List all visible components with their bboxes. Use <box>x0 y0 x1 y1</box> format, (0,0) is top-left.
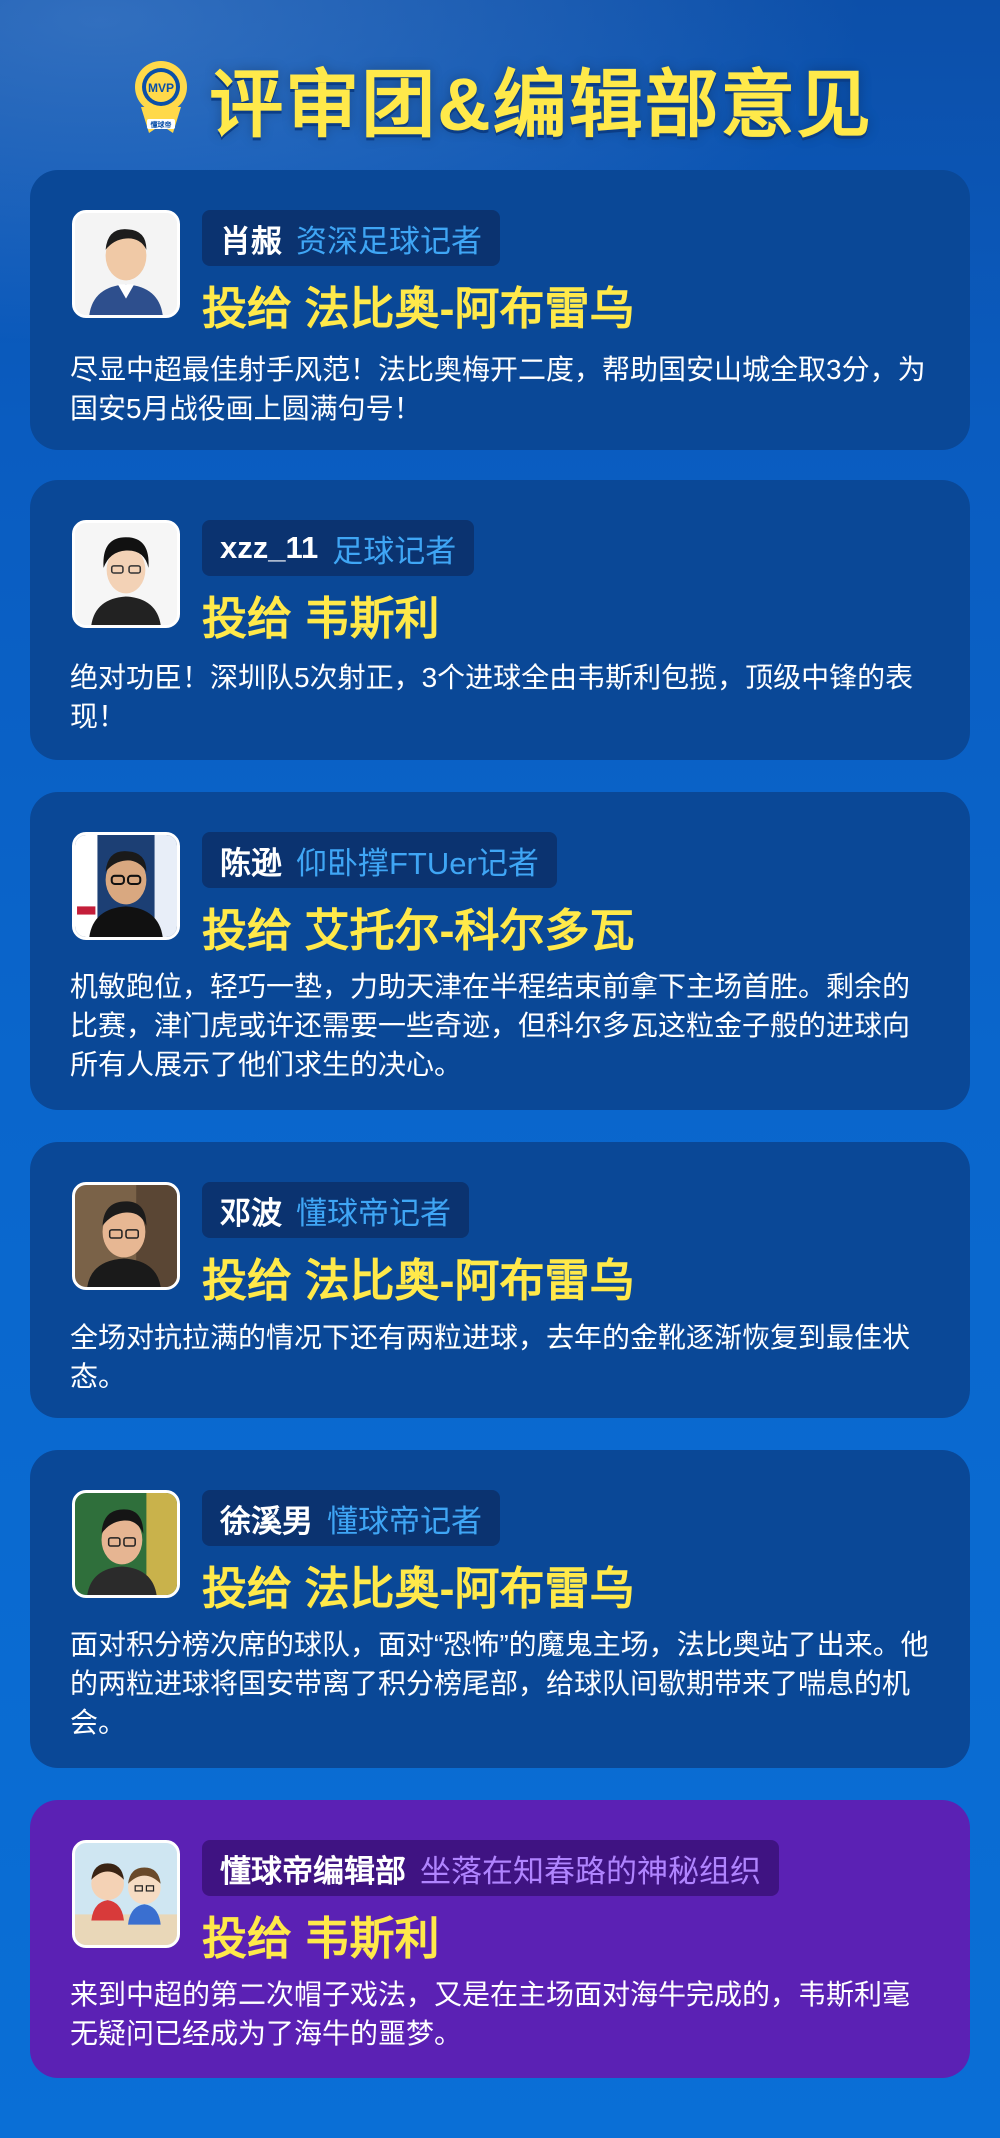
author-name: 徐溪男 <box>220 1503 313 1539</box>
vote-text: 投给 韦斯利 <box>202 1913 440 1964</box>
page-header: MVP 懂球帝 评审团&编辑部意见 <box>0 48 1000 148</box>
svg-text:MVP: MVP <box>148 81 174 95</box>
comment-text: 机敏跑位，轻巧一垫，力助天津在半程结束前拿下主场首胜。剩余的比赛，津门虎或许还需… <box>70 971 911 1080</box>
opinion-card-3: 陈逊 仰卧撑FTUer记者 投给 艾托尔-科尔多瓦 机敏跑位，轻巧一垫，力助天津… <box>30 792 970 1110</box>
avatar <box>72 1840 180 1948</box>
author-tag: 陈逊 仰卧撑FTUer记者 <box>202 832 557 888</box>
author-name: xzz_11 <box>220 530 319 565</box>
vote-text: 投给 艾托尔-科尔多瓦 <box>202 905 635 956</box>
mvp-badge-icon: MVP 懂球帝 <box>127 57 195 139</box>
author-tag: 懂球帝编辑部 坐落在知春路的神秘组织 <box>202 1840 779 1896</box>
svg-text:懂球帝: 懂球帝 <box>151 120 172 129</box>
vote-text: 投给 法比奥-阿布雷乌 <box>202 1563 635 1614</box>
author-tag: 邓波 懂球帝记者 <box>202 1182 469 1238</box>
page-title: 评审团&编辑部意见 <box>209 62 873 146</box>
comment-text: 全场对抗拉满的情况下还有两粒进球，去年的金靴逐渐恢复到最佳状态。 <box>70 1322 911 1392</box>
vote-text: 投给 法比奥-阿布雷乌 <box>202 1255 635 1306</box>
opinion-card-1: 肖赧 资深足球记者 投给 法比奥-阿布雷乌 尽显中超最佳射手风范！法比奥梅开二度… <box>30 170 970 450</box>
comment-text: 来到中超的第二次帽子戏法，又是在主场面对海牛完成的，韦斯利毫无疑问已经成为了海牛… <box>70 1979 911 2049</box>
author-role: 足球记者 <box>332 533 457 569</box>
avatar <box>72 832 180 940</box>
comment-text: 面对积分榜次席的球队，面对“恐怖”的魔鬼主场，法比奥站了出来。他的两粒进球将国安… <box>70 1629 929 1738</box>
avatar <box>72 520 180 628</box>
author-role: 资深足球记者 <box>296 223 482 259</box>
author-name: 懂球帝编辑部 <box>220 1853 406 1889</box>
opinion-card-4: 邓波 懂球帝记者 投给 法比奥-阿布雷乌 全场对抗拉满的情况下还有两粒进球，去年… <box>30 1142 970 1418</box>
vote-text: 投给 韦斯利 <box>202 593 440 644</box>
avatar <box>72 1182 180 1290</box>
opinion-card-6: 懂球帝编辑部 坐落在知春路的神秘组织 投给 韦斯利 来到中超的第二次帽子戏法，又… <box>30 1800 970 2078</box>
author-role: 坐落在知春路的神秘组织 <box>420 1853 761 1889</box>
author-role: 仰卧撑FTUer记者 <box>296 845 539 881</box>
author-tag: 肖赧 资深足球记者 <box>202 210 500 266</box>
vote-text: 投给 法比奥-阿布雷乌 <box>202 283 635 334</box>
comment-text: 绝对功臣！深圳队5次射正，3个进球全由韦斯利包揽，顶级中锋的表现！ <box>70 662 914 732</box>
author-name: 肖赧 <box>220 223 282 259</box>
avatar <box>72 210 180 318</box>
author-tag: xzz_11 足球记者 <box>202 520 475 576</box>
comment-text: 尽显中超最佳射手风范！法比奥梅开二度，帮助国安山城全取3分，为国安5月战役画上圆… <box>70 354 926 424</box>
author-name: 邓波 <box>220 1195 282 1231</box>
author-tag: 徐溪男 懂球帝记者 <box>202 1490 500 1546</box>
author-role: 懂球帝记者 <box>296 1195 451 1231</box>
avatar <box>72 1490 180 1598</box>
author-role: 懂球帝记者 <box>327 1503 482 1539</box>
author-name: 陈逊 <box>220 845 282 881</box>
opinion-card-2: xzz_11 足球记者 投给 韦斯利 绝对功臣！深圳队5次射正，3个进球全由韦斯… <box>30 480 970 760</box>
opinion-card-5: 徐溪男 懂球帝记者 投给 法比奥-阿布雷乌 面对积分榜次席的球队，面对“恐怖”的… <box>30 1450 970 1768</box>
